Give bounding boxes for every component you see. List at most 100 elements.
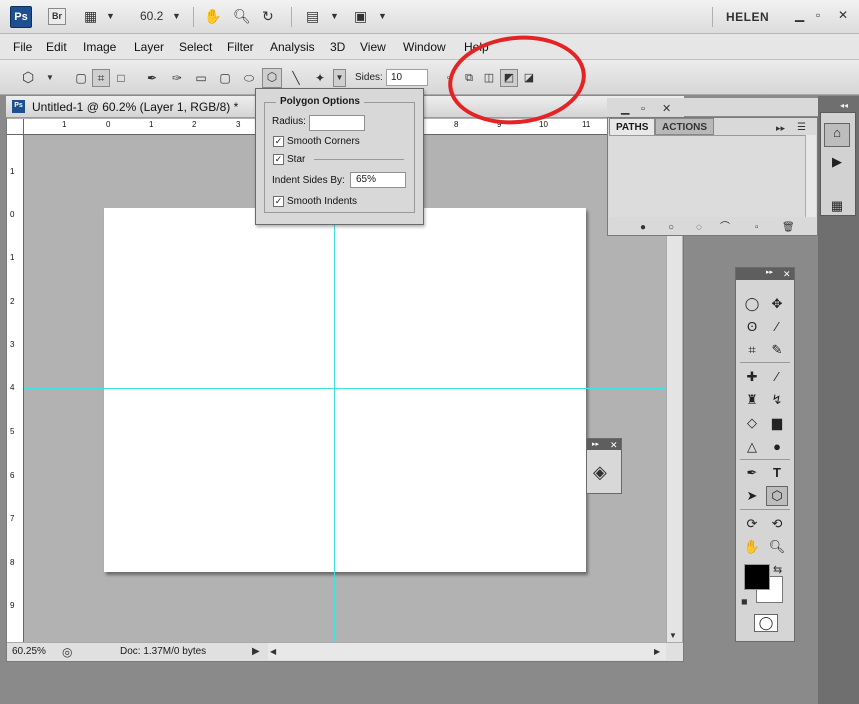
gradient-icon[interactable]: ▆ <box>766 413 788 433</box>
swatches-panel-icon[interactable]: ▦ <box>824 196 850 216</box>
menu-image[interactable]: Image <box>83 40 116 54</box>
minimize-icon[interactable]: ▁ <box>621 100 629 118</box>
zoom-tool-icon[interactable]: 🔍︎ <box>766 537 788 557</box>
hand-tool-icon[interactable]: ✋ <box>741 537 763 557</box>
paths-mode-icon[interactable]: ⌗ <box>92 69 110 87</box>
close-icon[interactable]: ✕ <box>662 100 671 118</box>
fill-pixels-icon[interactable]: □ <box>112 69 130 87</box>
quick-mask-icon[interactable]: ◯ <box>754 614 778 632</box>
status-arrow-icon[interactable]: ▶ <box>252 643 260 661</box>
new-path-icon[interactable]: ▫ <box>755 219 759 237</box>
sides-input[interactable]: 10 <box>386 69 428 86</box>
magic-wand-icon[interactable]: ⁄ <box>766 317 788 337</box>
indent-sides-input[interactable]: 65% <box>350 172 406 188</box>
move-icon[interactable]: ✥ <box>766 294 788 314</box>
view-extras-icon[interactable]: ▦ <box>84 7 97 25</box>
screen-mode-icon[interactable]: ▣ <box>354 7 367 25</box>
blur-icon[interactable]: △ <box>741 437 763 457</box>
geometry-options-chevron-icon[interactable]: ▼ <box>333 69 346 87</box>
vertical-ruler[interactable]: 1 0 1 2 3 4 5 6 7 8 9 <box>7 135 24 642</box>
actions-panel-icon[interactable]: ▶ <box>824 152 850 172</box>
close-icon[interactable]: ✕ <box>783 265 791 283</box>
polygon-preset-icon[interactable]: ⬡ <box>22 68 34 86</box>
paths-scrollbar[interactable] <box>805 135 816 217</box>
menu-analysis[interactable]: Analysis <box>270 40 315 54</box>
launch-bridge-button[interactable]: Br <box>48 8 66 25</box>
eyedropper-icon[interactable]: ✎ <box>766 340 788 360</box>
scroll-right-icon[interactable]: ▶ <box>654 643 660 661</box>
radius-input[interactable] <box>309 115 365 131</box>
expand-icon[interactable]: ▸▸ <box>592 436 599 454</box>
close-icon[interactable]: ✕ <box>610 436 618 454</box>
default-colors-icon[interactable]: ◼ <box>741 593 748 611</box>
tab-paths[interactable]: PATHS <box>609 118 656 135</box>
restore-icon[interactable]: ▫ <box>641 100 645 118</box>
smooth-corners-checkbox[interactable]: ✓ <box>273 136 284 147</box>
clone-stamp-icon[interactable]: ♜ <box>741 390 763 410</box>
menu-file[interactable]: File <box>13 40 32 54</box>
custom-shape-icon[interactable]: ✦ <box>311 69 329 87</box>
star-checkbox[interactable]: ✓ <box>273 154 284 165</box>
arrange-documents-icon[interactable]: ▤ <box>306 7 319 25</box>
foreground-color-swatch[interactable] <box>744 564 770 590</box>
polygon-icon[interactable]: ⬡ <box>262 68 282 88</box>
tab-actions[interactable]: ACTIONS <box>655 118 714 135</box>
lasso-icon[interactable]: ʘ <box>741 317 763 337</box>
freeform-pen-icon[interactable]: ✑ <box>168 69 186 87</box>
zoom-level-field[interactable]: 60.2 <box>140 9 163 23</box>
fill-path-icon[interactable]: ● <box>640 219 646 237</box>
swap-colors-icon[interactable]: ⇆ <box>773 561 782 579</box>
horizontal-guide[interactable] <box>24 388 666 389</box>
chevron-down-icon[interactable]: ▼ <box>378 7 387 25</box>
pen-icon[interactable]: ✒ <box>143 69 161 87</box>
expand-icon[interactable]: ▸▸ <box>766 264 773 282</box>
3d-orbit-icon[interactable]: ⟲ <box>766 514 788 534</box>
menu-select[interactable]: Select <box>179 40 212 54</box>
menu-layer[interactable]: Layer <box>134 40 164 54</box>
load-selection-icon[interactable]: ◌ <box>696 219 702 237</box>
shape-layers-icon[interactable]: ▢ <box>72 69 90 87</box>
menu-filter[interactable]: Filter <box>227 40 254 54</box>
rounded-rectangle-icon[interactable]: ▢ <box>216 69 234 87</box>
crop-icon[interactable]: ⌗ <box>741 340 763 360</box>
history-brush-icon[interactable]: ↯ <box>766 390 788 410</box>
menu-window[interactable]: Window <box>403 40 446 54</box>
minimize-icon[interactable]: ▁ <box>795 6 804 24</box>
path-selection-icon[interactable]: ➤ <box>741 486 763 506</box>
zoom-status[interactable]: 60.25% <box>12 646 46 657</box>
zoom-icon[interactable]: 🔍︎ <box>233 7 251 25</box>
paths-list[interactable] <box>609 135 805 217</box>
rotate-view-icon[interactable]: ↻ <box>262 7 274 25</box>
dodge-icon[interactable]: ● <box>766 437 788 457</box>
close-icon[interactable]: ✕ <box>838 6 848 24</box>
zoom-dropdown-chevron-icon[interactable]: ▼ <box>172 7 181 25</box>
healing-brush-icon[interactable]: ✚ <box>741 367 763 387</box>
chevron-down-icon[interactable]: ▼ <box>46 69 54 87</box>
hand-icon[interactable]: ✋ <box>204 7 221 25</box>
polygon-tool-icon[interactable]: ⬡ <box>766 486 788 506</box>
make-work-path-icon[interactable]: ⌒ <box>720 219 730 237</box>
type-icon[interactable]: T <box>766 463 788 483</box>
document-canvas[interactable] <box>104 208 586 572</box>
ruler-origin[interactable] <box>7 119 24 135</box>
horizontal-scrollbar[interactable] <box>268 643 666 660</box>
pen-tool-icon[interactable]: ✒ <box>741 463 763 483</box>
smooth-indents-checkbox[interactable]: ✓ <box>273 196 284 207</box>
menu-3d[interactable]: 3D <box>330 40 345 54</box>
chevron-down-icon[interactable]: ▼ <box>106 7 115 25</box>
brush-icon[interactable]: ∕ <box>766 367 788 387</box>
ellipse-icon[interactable]: ⬭ <box>240 69 258 87</box>
restore-icon[interactable]: ▫ <box>816 6 820 24</box>
paths-panel-icon[interactable]: ⌂ <box>824 123 850 147</box>
menu-edit[interactable]: Edit <box>46 40 67 54</box>
rectangle-icon[interactable]: ▭ <box>192 69 210 87</box>
chevron-down-icon[interactable]: ▼ <box>330 7 339 25</box>
3d-rotate-icon[interactable]: ⟳ <box>741 514 763 534</box>
menu-view[interactable]: View <box>360 40 386 54</box>
eraser-icon[interactable]: ◇ <box>741 413 763 433</box>
status-menu-icon[interactable]: ◎ <box>62 643 72 661</box>
stroke-path-icon[interactable]: ○ <box>668 219 674 237</box>
line-icon[interactable]: ╲ <box>287 69 305 87</box>
layers-panel-icon[interactable]: ◈ <box>593 463 607 481</box>
trash-icon[interactable]: 🗑︎ <box>782 219 795 237</box>
